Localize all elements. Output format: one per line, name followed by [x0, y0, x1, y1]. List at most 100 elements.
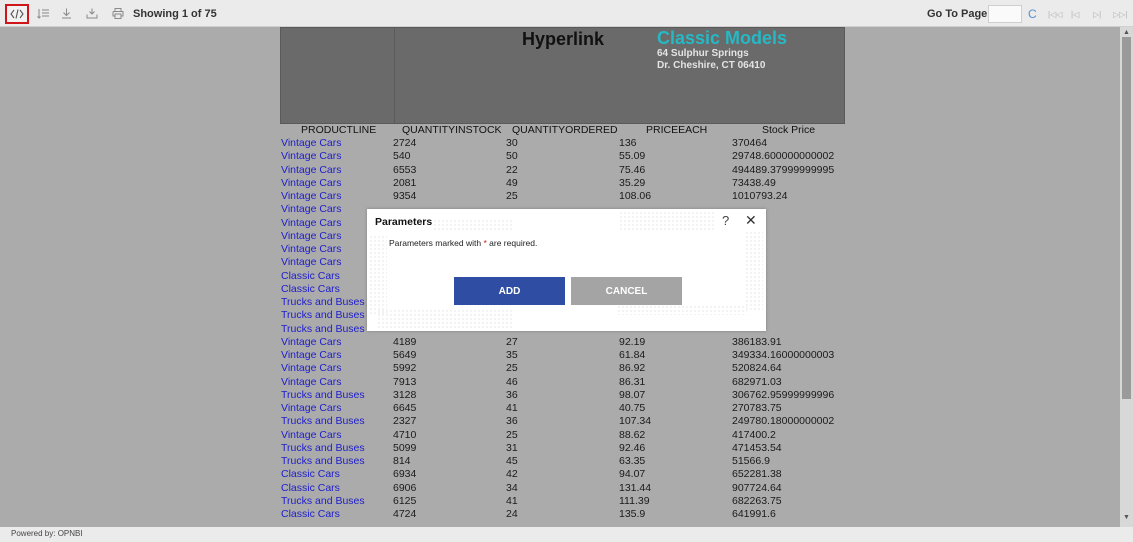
cell-productline[interactable]: Vintage Cars — [281, 164, 342, 176]
cell-productline[interactable]: Vintage Cars — [281, 217, 342, 229]
cell-productline[interactable]: Vintage Cars — [281, 336, 342, 348]
cell-productline[interactable]: Trucks and Buses — [281, 495, 365, 507]
list-icon[interactable] — [32, 5, 54, 22]
cell-stock-price: 907724.64 — [732, 481, 782, 494]
cell-stock-price: 471453.54 — [732, 441, 782, 454]
dialog-title: Parameters — [375, 216, 433, 228]
cell-priceeach: 107.34 — [619, 415, 652, 428]
table-row: Trucks and Buses 3128 36 98.07 306762.959999… — [280, 389, 845, 402]
export-icon[interactable] — [81, 5, 103, 22]
vertical-scrollbar[interactable]: ▲ ▼ — [1120, 27, 1133, 527]
cell-priceeach: 55.09 — [619, 150, 646, 163]
cell-productline[interactable]: Vintage Cars — [281, 243, 342, 255]
cell-productline[interactable]: Classic Cars — [281, 508, 340, 520]
cell-productline[interactable]: Trucks and Buses — [281, 442, 365, 454]
cell-productline[interactable]: Vintage Cars — [281, 376, 342, 388]
dialog-pattern — [617, 305, 747, 315]
cell-quantityordered: 25 — [506, 362, 518, 375]
cell-productline[interactable]: Vintage Cars — [281, 362, 342, 374]
table-row: Vintage Cars 2081 49 35.29 73438.49 — [280, 177, 845, 190]
cancel-button[interactable]: CANCEL — [571, 277, 682, 305]
cell-productline[interactable]: Vintage Cars — [281, 349, 342, 361]
cell-productline[interactable]: Vintage Cars — [281, 429, 342, 441]
close-icon[interactable]: ✕ — [745, 212, 757, 229]
dialog-pattern — [745, 231, 763, 311]
cell-quantityinstock: 7913 — [393, 375, 417, 388]
goto-page-input[interactable] — [988, 5, 1022, 23]
table-row: Vintage Cars 540 50 55.09 29748.600000000002 — [280, 150, 845, 163]
cell-productline[interactable]: Vintage Cars — [281, 230, 342, 242]
cell-quantityordered: 36 — [506, 415, 518, 428]
cell-quantityinstock: 814 — [393, 455, 411, 467]
logo-placeholder — [281, 28, 395, 123]
cell-priceeach: 92.19 — [619, 335, 646, 348]
cell-productline[interactable]: Vintage Cars — [281, 177, 342, 189]
cell-productline[interactable]: Vintage Cars — [281, 150, 342, 162]
powered-by-label: Powered by: OPNBI — [11, 529, 83, 538]
cell-priceeach: 63.35 — [619, 455, 646, 467]
print-icon[interactable] — [107, 5, 129, 22]
scroll-down-icon[interactable]: ▼ — [1123, 514, 1130, 521]
dialog-pattern — [619, 211, 714, 231]
column-header-stock-price: Stock Price — [762, 124, 816, 136]
cell-stock-price: 270783.75 — [732, 402, 782, 414]
cell-productline[interactable]: Classic Cars — [281, 283, 340, 295]
cell-productline[interactable]: Classic Cars — [281, 468, 340, 480]
cell-priceeach: 40.75 — [619, 402, 646, 414]
code-icon[interactable] — [5, 4, 29, 24]
cell-productline[interactable]: Trucks and Buses — [281, 323, 365, 335]
column-header-productline: PRODUCTLINE — [301, 124, 377, 136]
cell-productline[interactable]: Trucks and Buses — [281, 415, 365, 427]
cell-stock-price: 306762.95999999996 — [732, 388, 835, 401]
cell-productline[interactable]: Trucks and Buses — [281, 296, 365, 308]
scroll-up-icon[interactable]: ▲ — [1123, 29, 1130, 36]
cell-quantityordered: 30 — [506, 137, 518, 149]
table-row: Trucks and Buses 814 45 63.35 51566.9 — [280, 455, 845, 468]
cell-quantityinstock: 4710 — [393, 428, 417, 441]
cell-quantityordered: 46 — [506, 375, 518, 388]
cell-quantityinstock: 4189 — [393, 335, 417, 348]
cell-quantityinstock: 5992 — [393, 362, 417, 375]
required-note-text: Parameters marked with — [389, 238, 484, 248]
cell-productline[interactable]: Vintage Cars — [281, 256, 342, 268]
cell-productline[interactable]: Vintage Cars — [281, 402, 342, 414]
next-page-icon[interactable]: ▷| — [1093, 7, 1101, 21]
cell-productline[interactable]: Trucks and Buses — [281, 455, 365, 467]
cell-stock-price: 652281.38 — [732, 468, 782, 481]
cell-productline[interactable]: Vintage Cars — [281, 203, 342, 215]
table-header: PRODUCTLINE QUANTITYINSTOCK QUANTITYORDE… — [280, 124, 845, 137]
add-button[interactable]: ADD — [454, 277, 565, 305]
table-row: Classic Cars 6906 34 131.44 907724.64 — [280, 482, 845, 495]
cell-productline[interactable]: Trucks and Buses — [281, 389, 365, 401]
download-icon[interactable] — [55, 5, 77, 22]
table-row: Vintage Cars 6645 41 40.75 270783.75 — [280, 402, 845, 415]
cell-quantityinstock: 6125 — [393, 494, 417, 507]
required-note-text-end: are required. — [486, 238, 538, 248]
cell-stock-price: 520824.64 — [732, 362, 782, 375]
toolbar: Showing 1 of 75 Go To Page : C |◁◁ |◁ ▷|… — [0, 0, 1133, 27]
cell-priceeach: 136 — [619, 137, 637, 149]
cell-productline[interactable]: Trucks and Buses — [281, 309, 365, 321]
cell-productline[interactable]: Classic Cars — [281, 482, 340, 494]
cell-quantityinstock: 5649 — [393, 349, 417, 361]
scroll-thumb[interactable] — [1122, 37, 1131, 399]
cell-stock-price: 51566.9 — [732, 455, 770, 467]
column-header-quantityinstock: QUANTITYINSTOCK — [402, 124, 502, 136]
cell-quantityinstock: 2724 — [393, 137, 417, 149]
cell-productline[interactable]: Vintage Cars — [281, 137, 342, 149]
cell-priceeach: 131.44 — [619, 481, 652, 494]
cell-stock-price: 494489.37999999995 — [732, 163, 835, 176]
cell-quantityordered: 41 — [506, 402, 518, 414]
cell-productline[interactable]: Classic Cars — [281, 270, 340, 282]
refresh-icon[interactable]: C — [1028, 7, 1037, 21]
cell-quantityordered: 45 — [506, 455, 518, 467]
last-page-icon[interactable]: ▷▷| — [1113, 7, 1127, 21]
cell-quantityinstock: 4724 — [393, 508, 417, 520]
table-row: Trucks and Buses 2327 36 107.34 249780.18000… — [280, 415, 845, 428]
first-page-icon[interactable]: |◁◁ — [1048, 7, 1062, 21]
help-icon[interactable]: ? — [722, 213, 729, 228]
prev-page-icon[interactable]: |◁ — [1071, 7, 1079, 21]
cell-stock-price: 370464 — [732, 137, 768, 149]
cell-quantityinstock: 6934 — [393, 468, 417, 481]
cell-productline[interactable]: Vintage Cars — [281, 190, 342, 202]
